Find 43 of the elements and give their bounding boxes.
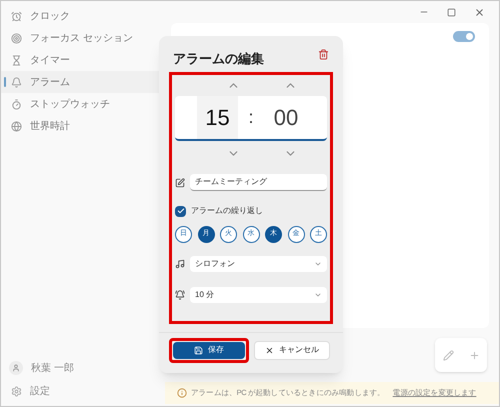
minute-value[interactable]: 00 [264,101,308,134]
edit-name-icon [175,178,185,188]
alarm-name-field[interactable]: チームミーティング [190,174,327,191]
save-button[interactable]: 保存 [173,342,245,358]
bell-icon [11,76,22,88]
sidebar-item[interactable]: タイマー [1,49,161,71]
sidebar-item[interactable]: フォーカス セッション [1,27,161,49]
music-note-icon [175,259,185,269]
sound-dropdown[interactable]: シロフォン [190,256,327,272]
hourglass-icon [11,54,22,66]
settings-icon[interactable] [11,386,22,396]
chevron-down-icon [314,291,322,299]
user-name[interactable]: 秋葉 一郎 [31,360,74,376]
settings-label[interactable]: 設定 [30,384,50,398]
alarm-clock-icon [11,10,22,22]
snooze-icon [175,290,185,300]
target-icon [11,32,22,44]
close-icon [265,346,274,354]
maximize-icon[interactable] [447,8,456,16]
time-separator: : [247,106,254,129]
delete-icon[interactable] [318,48,329,60]
dialog-title: アラームの編集 [173,50,264,68]
info-icon [177,388,187,398]
snooze-dropdown[interactable]: 10 分 [190,287,327,303]
selection-indicator [4,77,6,87]
chevron-down-icon [314,260,322,268]
repeat-label: アラームの繰り返し [191,205,263,217]
edit-icon[interactable] [442,350,454,360]
time-picker[interactable]: 15 : 00 [175,96,327,141]
hour-value[interactable]: 15 [197,96,238,139]
alarm-toggle[interactable] [453,31,475,42]
save-icon [194,346,203,354]
sidebar-item[interactable]: ストップウォッチ [1,93,161,115]
sidebar-item[interactable]: 世界時計 [1,115,161,137]
avatar-icon [9,361,23,375]
repeat-checkbox[interactable] [175,206,186,216]
stopwatch-icon [11,98,22,110]
close-icon[interactable] [474,6,485,18]
add-icon[interactable] [468,350,480,360]
sidebar-item[interactable]: アラーム [1,71,161,93]
globe-icon [11,120,22,132]
sidebar-item[interactable]: クロック [1,5,161,27]
cancel-button[interactable]: キャンセル [254,340,330,360]
